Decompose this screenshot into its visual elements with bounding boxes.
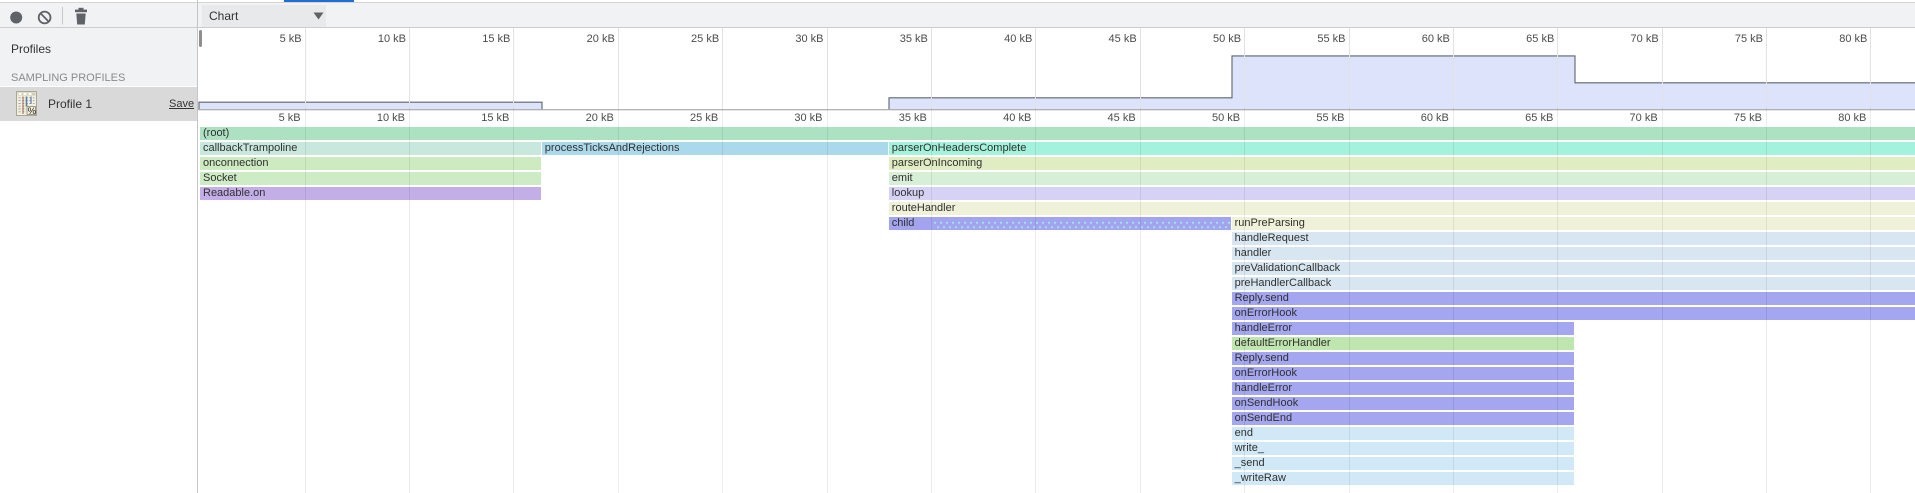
- svg-text:%: %: [28, 106, 37, 117]
